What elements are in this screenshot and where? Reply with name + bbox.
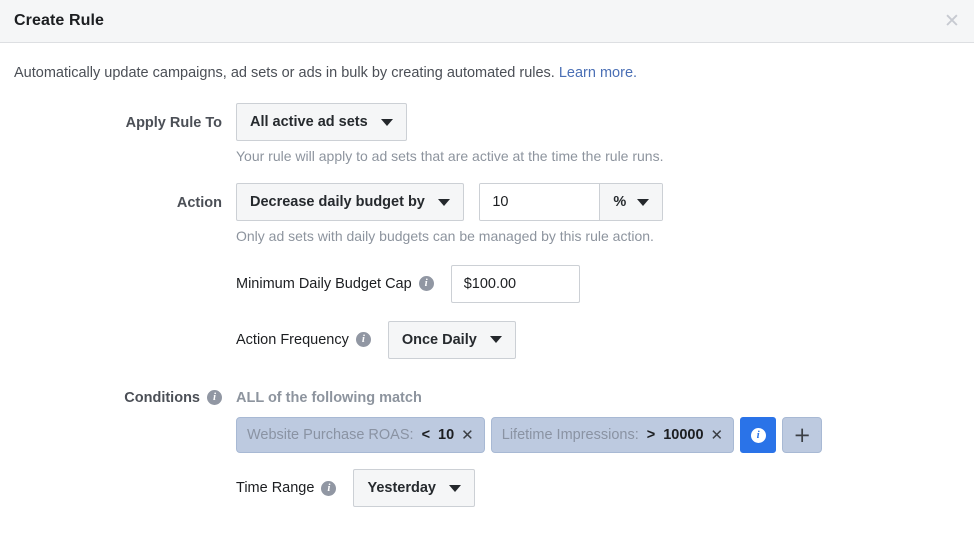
dialog-title: Create Rule: [14, 12, 105, 29]
time-range-dropdown[interactable]: Yesterday: [353, 469, 475, 508]
conditions-label: Conditions: [124, 389, 200, 406]
min-budget-cap-row: Minimum Daily Budget Cap i: [236, 264, 960, 303]
condition-chip-name: Lifetime Impressions:: [501, 427, 639, 444]
info-icon[interactable]: i: [321, 480, 337, 496]
close-icon[interactable]: ✕: [711, 427, 724, 443]
info-icon[interactable]: i: [207, 390, 222, 406]
chevron-down-icon: [637, 198, 650, 206]
info-icon[interactable]: i: [418, 276, 434, 292]
apply-rule-to-helper: Your rule will apply to ad sets that are…: [236, 148, 664, 165]
condition-chip-value: 10000: [663, 427, 704, 444]
action-type-dropdown[interactable]: Decrease daily budget by: [236, 183, 464, 222]
condition-chip[interactable]: Website Purchase ROAS: < 10 ✕: [236, 417, 485, 454]
action-frequency-label: Action Frequency: [236, 331, 349, 348]
info-icon: i: [750, 427, 766, 443]
action-amount-group: %: [479, 183, 664, 222]
apply-rule-to-dropdown[interactable]: All active ad sets: [236, 103, 407, 142]
time-range-label-group: Time Range i: [236, 480, 337, 497]
condition-chip-value: 10: [438, 427, 455, 444]
min-budget-cap-label: Minimum Daily Budget Cap: [236, 275, 412, 292]
action-frequency-dropdown[interactable]: Once Daily: [387, 320, 516, 359]
apply-rule-to-row: Apply Rule To All active ad sets Your ru…: [14, 103, 960, 165]
info-icon[interactable]: i: [355, 332, 371, 348]
conditions-match-text: ALL of the following match: [236, 389, 422, 406]
min-budget-cap-input[interactable]: [450, 264, 580, 303]
action-frequency-value: Once Daily: [401, 331, 477, 348]
conditions-row: Conditions i ALL of the following match …: [14, 379, 960, 454]
apply-rule-to-value: All active ad sets: [250, 114, 368, 131]
dialog-body: Automatically update campaigns, ad sets …: [0, 65, 974, 508]
action-unit-value: %: [613, 194, 627, 211]
conditions-label-group: Conditions i: [14, 379, 236, 406]
learn-more-link[interactable]: Learn more.: [559, 65, 637, 81]
time-range-row: Time Range i Yesterday: [236, 469, 960, 508]
action-type-value: Decrease daily budget by: [250, 194, 425, 211]
close-icon[interactable]: ✕: [461, 427, 474, 443]
action-row: Action Decrease daily budget by % Only a…: [14, 183, 960, 245]
action-frequency-label-group: Action Frequency i: [236, 332, 371, 348]
condition-chip-operator: <: [421, 427, 431, 444]
action-content: Decrease daily budget by % Only ad sets …: [236, 183, 960, 245]
close-icon[interactable]: ✕: [941, 10, 963, 32]
action-label: Action: [176, 195, 222, 212]
condition-chip-name: Website Purchase ROAS:: [247, 427, 414, 444]
action-helper: Only ad sets with daily budgets can be m…: [236, 228, 654, 245]
min-budget-cap-label-group: Minimum Daily Budget Cap i: [236, 276, 434, 292]
conditions-info-button[interactable]: i: [740, 417, 777, 454]
time-range-value: Yesterday: [367, 480, 436, 497]
action-unit-dropdown[interactable]: %: [599, 184, 663, 221]
intro-description: Automatically update campaigns, ad sets …: [14, 65, 559, 81]
time-range-label: Time Range: [236, 480, 315, 497]
intro-text: Automatically update campaigns, ad sets …: [14, 65, 960, 82]
conditions-chips-bar: Website Purchase ROAS: < 10 ✕ Lifetime I…: [236, 417, 823, 454]
chevron-down-icon: [437, 198, 450, 206]
apply-rule-to-content: All active ad sets Your rule will apply …: [236, 103, 960, 165]
action-frequency-row: Action Frequency i Once Daily: [236, 320, 960, 359]
condition-chip-operator: >: [646, 427, 656, 444]
chevron-down-icon: [380, 118, 393, 126]
condition-chip[interactable]: Lifetime Impressions: > 10000 ✕: [490, 417, 735, 454]
apply-rule-to-label: Apply Rule To: [125, 115, 222, 132]
dialog-header: Create Rule ✕: [0, 0, 974, 43]
add-condition-button[interactable]: +: [782, 417, 823, 454]
rule-form: Apply Rule To All active ad sets Your ru…: [14, 103, 960, 508]
chevron-down-icon: [448, 484, 461, 492]
action-amount-input[interactable]: [480, 184, 600, 221]
chevron-down-icon: [489, 336, 502, 344]
conditions-content: ALL of the following match Website Purch…: [236, 379, 960, 454]
